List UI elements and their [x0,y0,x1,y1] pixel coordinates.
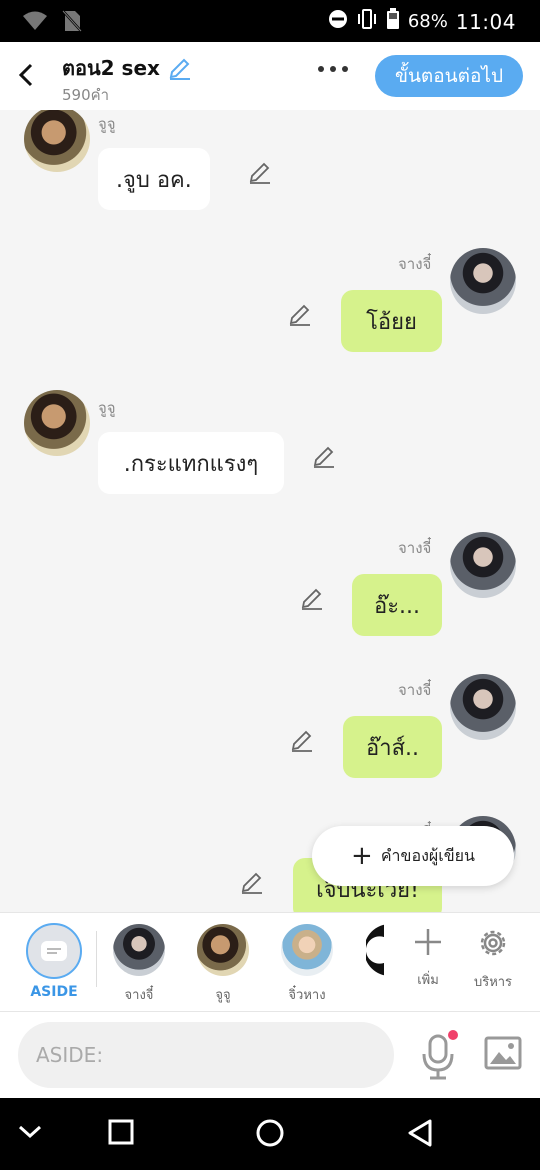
nav-collapse-icon[interactable] [18,1124,42,1140]
system-nav-bar [0,1098,540,1170]
status-bar: 68% 11:04 [0,0,540,42]
sender-name: จูจู [98,399,116,417]
back-button[interactable] [12,58,40,92]
no-sim-icon [62,10,82,36]
sender-name: จางจี๋ [398,681,432,699]
vibrate-icon [356,9,378,34]
message-bubble[interactable]: .กระแทกแรงๆ [98,432,284,494]
sender-name: จางจี๋ [398,255,432,273]
message-bubble[interactable]: อ๊าส์.. [343,716,442,778]
divider [96,931,97,987]
next-step-button[interactable]: ขั้นตอนต่อไป [375,55,523,97]
edit-pencil-icon[interactable] [248,160,272,184]
character-label: จิ๋วหาง [288,988,326,1003]
input-bar: ASIDE: [0,1012,540,1098]
message-bubble[interactable]: .จูบ อค. [98,148,210,210]
edit-pencil-icon[interactable] [288,302,312,326]
gear-icon [480,930,506,956]
character-label: จางจี๋ [124,988,154,1003]
character-bar: ASIDE จางจี๋ จูจู จิ๋วหาง เพิ่ม บริหาร [0,912,540,1012]
edit-pencil-icon[interactable] [240,870,264,894]
chapter-title[interactable]: ตอน2 sex [62,52,192,84]
character-avatar[interactable] [197,924,249,976]
nav-back-icon[interactable] [406,1118,434,1148]
nav-home-icon[interactable] [255,1118,285,1148]
nav-recents-icon[interactable] [107,1118,135,1146]
avatar[interactable] [24,390,90,456]
character-avatar[interactable] [366,924,384,976]
edit-pencil-icon[interactable] [300,586,324,610]
plus-icon: + [351,841,373,871]
avatar[interactable] [450,674,516,740]
avatar[interactable] [450,532,516,598]
manage-label: บริหาร [473,975,513,990]
back-arrow-icon [18,63,33,87]
image-icon[interactable] [484,1036,522,1070]
word-count: 590คำ [62,86,110,104]
battery-percent: 68% [407,11,448,32]
writer-note-button[interactable]: + คำของผู้เขียน [312,826,514,886]
edit-pencil-icon[interactable] [290,728,314,752]
character-avatar[interactable] [113,924,165,976]
character-label: จูจู [215,988,231,1003]
message-input[interactable]: ASIDE: [18,1022,394,1088]
chat-area[interactable]: จูจู .จูบ อค. จางจี๋ โอ้ยย จูจู .กระแทกแ… [0,110,540,912]
aside-icon [41,941,67,961]
edit-pencil-icon[interactable] [312,444,336,468]
message-bubble[interactable]: อ๊ะ... [352,574,442,636]
message-bubble[interactable]: โอ้ยย [341,290,442,352]
add-label: เพิ่ม [417,973,439,988]
avatar[interactable] [450,248,516,314]
clock: 11:04 [455,9,516,34]
more-options-icon[interactable] [318,66,348,72]
do-not-disturb-icon [328,9,348,34]
header: ตอน2 sex 590คำ ขั้นตอนต่อไป [0,42,540,110]
avatar[interactable] [24,110,90,172]
add-character-button[interactable]: เพิ่ม [398,927,458,990]
edit-title-pencil-icon[interactable] [168,56,192,80]
sender-name: จูจู [98,115,116,133]
battery-icon [386,8,400,35]
manage-button[interactable]: บริหาร [463,927,523,992]
aside-button[interactable] [26,923,82,979]
character-avatar[interactable] [281,924,333,976]
wifi-icon [22,11,48,35]
chapter-title-text: ตอน2 sex [62,56,160,80]
sender-name: จางจี๋ [398,539,432,557]
writer-note-label: คำของผู้เขียน [380,845,475,865]
aside-label: ASIDE [30,984,78,1000]
plus-icon [415,929,441,955]
notification-dot [448,1030,458,1040]
